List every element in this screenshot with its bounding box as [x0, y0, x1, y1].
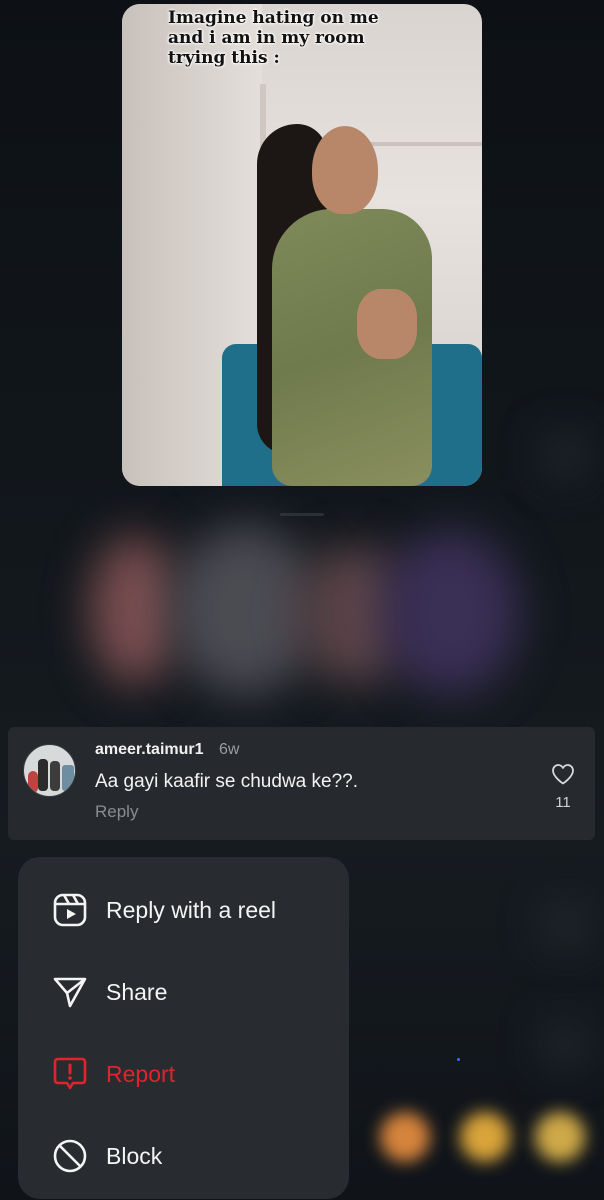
menu-item-label: Report — [106, 1061, 176, 1087]
heart-icon[interactable] — [551, 763, 575, 785]
menu-item-label: Reply with a reel — [106, 897, 277, 923]
reel-caption: Imagine hating on me and i am in my room… — [168, 8, 379, 68]
comment-timestamp: 6w — [219, 741, 240, 758]
menu-item-label: Block — [106, 1143, 163, 1169]
menu-item-block[interactable]: Block — [18, 1110, 349, 1192]
comment-username[interactable]: ameer.taimur1 — [95, 741, 204, 759]
indicator-dot — [457, 1058, 460, 1061]
sheet-handle — [280, 513, 324, 516]
comment-text: Aa gayi kaafir se chudwa ke??. — [95, 771, 358, 792]
blurred-background-shape — [545, 1025, 585, 1065]
reel-preview[interactable]: Imagine hating on me and i am in my room… — [122, 4, 482, 486]
menu-item-reply-with-reel[interactable]: Reply with a reel — [18, 864, 349, 946]
menu-item-label: Share — [106, 979, 168, 1005]
share-icon — [53, 977, 87, 1008]
block-icon — [53, 1139, 87, 1173]
menu-item-share[interactable]: Share — [18, 946, 349, 1028]
like-count: 11 — [555, 794, 571, 811]
avatar[interactable] — [23, 744, 76, 797]
reply-button[interactable]: Reply — [95, 802, 138, 822]
blurred-background-shape — [545, 435, 585, 475]
blurred-background-shape — [545, 905, 585, 945]
reel-icon — [53, 893, 87, 927]
menu-item-report[interactable]: Report — [18, 1028, 349, 1110]
report-icon — [53, 1057, 87, 1090]
blurred-reels-row — [90, 525, 520, 700]
